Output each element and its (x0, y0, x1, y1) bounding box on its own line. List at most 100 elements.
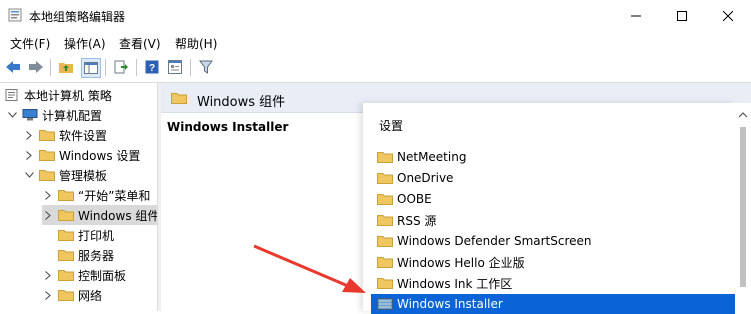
policy-icon (5, 89, 18, 101)
svg-text:?: ? (149, 63, 155, 74)
tree-item-admin-templates[interactable]: 管理模板 (23, 165, 107, 185)
scroll-up-icon (738, 112, 748, 118)
folder-up-icon (59, 63, 73, 73)
toolbar-separator (50, 59, 51, 76)
minimize-icon (631, 15, 641, 16)
tree-item-control-panel[interactable]: 控制面板 (42, 265, 126, 285)
details-header-title: Windows 组件 (197, 95, 286, 110)
list-item[interactable]: RSS 源 (371, 210, 735, 230)
list-item-label: NetMeeting (397, 150, 467, 164)
scrollbar-thumb[interactable] (740, 127, 746, 287)
list-item-label: Windows Ink 工作区 (397, 276, 513, 291)
folder-icon (58, 190, 74, 201)
list-item-label: Windows Installer (397, 297, 503, 311)
filter-button[interactable] (197, 58, 215, 76)
list-item-label: OneDrive (397, 171, 454, 185)
console-tree-icon (84, 62, 98, 74)
menu-bar: 文件(F) 操作(A) 查看(V) 帮助(H) (0, 31, 751, 53)
folder-icon (377, 257, 393, 268)
list-item[interactable]: OOBE (371, 189, 735, 209)
tree-item-network[interactable]: 网络 (42, 285, 102, 305)
help-button[interactable]: ? (143, 58, 161, 76)
folder-icon (39, 130, 55, 141)
folder-icon (377, 236, 393, 247)
tree-item-label: 服务器 (78, 248, 115, 263)
tree-item-label: Windows 设置 (59, 148, 141, 163)
description-title: Windows Installer (167, 120, 289, 134)
folder-icon (377, 173, 393, 184)
toolbar-separator (136, 59, 137, 76)
list-item[interactable]: Windows Hello 企业版 (371, 252, 735, 272)
filter-icon (199, 60, 213, 74)
tree-item-computer-config[interactable]: 计算机配置 (6, 105, 102, 125)
settings-list: 设置 NetMeeting OneDrive OOBE RSS 源 Window… (363, 103, 735, 314)
folder-icon (58, 230, 74, 241)
chevron-right-icon[interactable] (23, 129, 35, 141)
forward-button[interactable] (27, 58, 45, 76)
tree-item-windows-components[interactable]: Windows 组件 (42, 205, 157, 225)
chevron-right-icon[interactable] (42, 209, 54, 221)
properties-icon (168, 60, 182, 74)
chevron-down-icon[interactable] (6, 109, 18, 121)
folder-icon (171, 93, 187, 104)
tree-item-local-policy[interactable]: 本地计算机 策略 (4, 85, 112, 105)
properties-button[interactable] (166, 58, 184, 76)
tree-item-label: 网络 (78, 288, 103, 303)
toolbar-separator (105, 59, 106, 76)
list-item[interactable]: NetMeeting (371, 147, 735, 167)
back-button[interactable] (4, 58, 22, 76)
folder-icon (377, 194, 393, 205)
tree-item-start-menu[interactable]: “开始”菜单和 (42, 185, 150, 205)
tree-item-printers[interactable]: 打印机 (58, 225, 114, 245)
tree-item-software-settings[interactable]: 软件设置 (23, 125, 107, 145)
chevron-right-icon[interactable] (42, 289, 54, 301)
column-header-settings[interactable]: 设置 (379, 117, 403, 134)
toolbar: ? (0, 53, 751, 83)
policy-editor-icon (8, 8, 22, 22)
folder-icon (58, 210, 74, 221)
menu-file[interactable]: 文件(F) (10, 35, 50, 52)
chevron-right-icon[interactable] (42, 269, 54, 281)
menu-view[interactable]: 查看(V) (119, 35, 161, 52)
chevron-right-icon[interactable] (42, 189, 54, 201)
tree-item-label: 计算机配置 (42, 108, 103, 123)
console-tree: 本地计算机 策略 计算机配置 软件设置 Windows 设置 管理模板 “开始”… (0, 83, 157, 311)
windows-installer-icon (377, 298, 393, 310)
folder-icon (58, 250, 74, 261)
list-item[interactable]: OneDrive (371, 168, 735, 188)
list-item-selected[interactable]: Windows Installer (371, 294, 735, 314)
vertical-scrollbar[interactable] (735, 103, 751, 311)
list-item[interactable]: Windows Defender SmartScreen (371, 231, 735, 251)
close-button[interactable] (705, 0, 751, 31)
tree-item-windows-settings[interactable]: Windows 设置 (23, 145, 140, 165)
list-item-label: Windows Defender SmartScreen (397, 234, 592, 248)
title-bar: 本地组策略编辑器 (0, 0, 751, 31)
folder-icon (58, 290, 74, 301)
list-item-label: RSS 源 (397, 213, 437, 228)
toolbar-separator (190, 59, 191, 76)
minimize-button[interactable] (613, 0, 659, 31)
list-item-label: OOBE (397, 192, 432, 206)
maximize-button[interactable] (659, 0, 705, 31)
list-item[interactable]: Windows Ink 工作区 (371, 273, 735, 293)
menu-help[interactable]: 帮助(H) (175, 35, 217, 52)
folder-icon (58, 270, 74, 281)
export-icon (114, 60, 128, 74)
tree-item-label: “开始”菜单和 (78, 188, 151, 203)
export-list-button[interactable] (112, 58, 130, 76)
tree-item-server[interactable]: 服务器 (58, 245, 114, 265)
tree-item-label: 软件设置 (59, 128, 108, 143)
help-icon: ? (145, 60, 159, 74)
tree-item-label: 打印机 (78, 228, 115, 243)
folder-icon (39, 150, 55, 161)
up-one-level-button[interactable] (57, 58, 75, 76)
chevron-right-icon[interactable] (23, 149, 35, 161)
folder-icon (377, 215, 393, 226)
show-hide-tree-button[interactable] (81, 58, 101, 78)
details-pane: Windows 组件 Windows Installer 设置 NetMeeti… (161, 83, 751, 314)
chevron-down-icon[interactable] (23, 169, 35, 181)
menu-action[interactable]: 操作(A) (64, 35, 106, 52)
back-arrow-icon (6, 61, 20, 73)
tree-item-label: 管理模板 (59, 168, 108, 183)
close-icon (723, 10, 733, 21)
